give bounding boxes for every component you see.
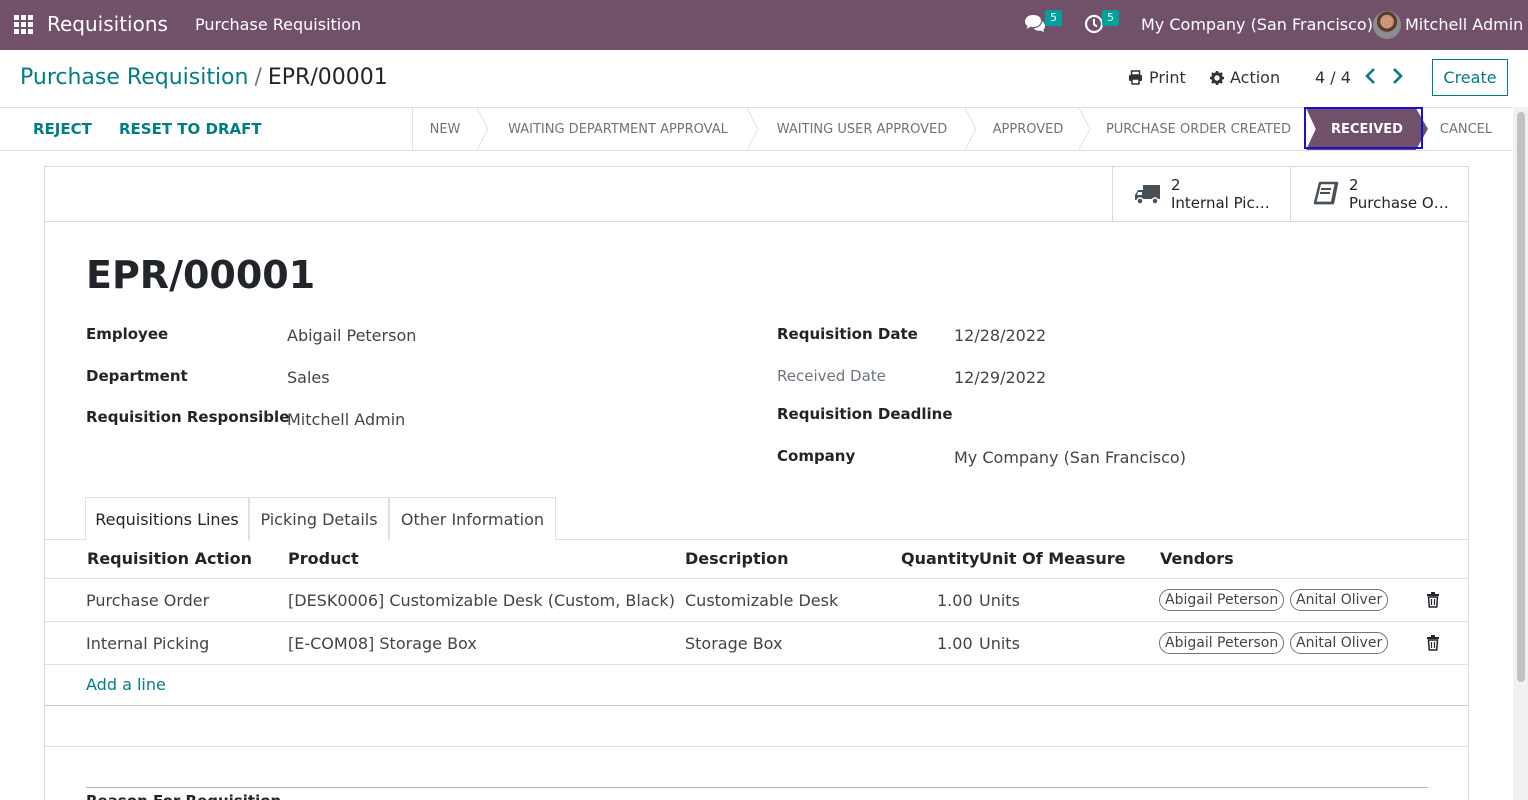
book-icon	[1313, 181, 1339, 205]
activities-badge: 5	[1102, 10, 1119, 26]
table-divider	[45, 621, 1468, 622]
column-description[interactable]: Description	[685, 549, 788, 568]
column-product[interactable]: Product	[288, 549, 359, 568]
employee-label: Employee	[86, 325, 169, 343]
internal-pickings-label: Internal Pic…	[1171, 194, 1270, 212]
vendor-tag[interactable]: Anital Oliver	[1290, 632, 1389, 654]
stage-chevron	[747, 108, 759, 150]
row-product[interactable]: [DESK0006] Customizable Desk (Custom, Bl…	[288, 591, 675, 610]
row-quantity[interactable]: 1.00	[937, 634, 973, 653]
action-button[interactable]: Action	[1210, 68, 1280, 87]
user-menu[interactable]: Mitchell Admin	[1405, 15, 1523, 34]
smart-button-box: 2 Internal Pic… 2 Purchase O…	[45, 167, 1468, 222]
tab-picking-details[interactable]: Picking Details	[249, 497, 389, 540]
responsible-label: Requisition Responsible	[86, 408, 290, 426]
pager-previous-icon[interactable]	[1361, 66, 1381, 86]
purchase-orders-count: 2	[1349, 176, 1359, 194]
breadcrumb-parent-link[interactable]: Purchase Requisition	[20, 65, 248, 90]
form-sheet: 2 Internal Pic… 2 Purchase O… EPR/00001 …	[44, 166, 1469, 800]
received-date-field[interactable]: 12/29/2022	[954, 368, 1046, 387]
received-date-label: Received Date	[777, 367, 886, 385]
table-bottom-border	[45, 705, 1468, 706]
scrollbar-thumb[interactable]	[1517, 112, 1525, 682]
stage-received[interactable]: RECEIVED	[1306, 108, 1428, 150]
chat-icon[interactable]	[1024, 14, 1046, 34]
stage-cancel[interactable]: CANCEL	[1428, 108, 1504, 150]
avatar[interactable]	[1373, 11, 1401, 39]
row-action[interactable]: Purchase Order	[86, 591, 209, 610]
menu-purchase-requisition[interactable]: Purchase Requisition	[195, 15, 361, 34]
record-title: EPR/00001	[86, 253, 316, 297]
column-vendors[interactable]: Vendors	[1160, 549, 1234, 568]
reset-to-draft-button[interactable]: RESET TO DRAFT	[119, 120, 262, 138]
pager-next-icon[interactable]	[1387, 66, 1407, 86]
print-label: Print	[1149, 68, 1186, 87]
company-switcher[interactable]: My Company (San Francisco)	[1141, 15, 1373, 34]
delete-row-trash-icon[interactable]	[1426, 592, 1440, 608]
row-action[interactable]: Internal Picking	[86, 634, 209, 653]
pager-value[interactable]: 4 / 4	[1315, 68, 1351, 87]
print-button[interactable]: Print	[1128, 68, 1186, 87]
reason-separator	[86, 787, 1428, 788]
add-line-link[interactable]: Add a line	[86, 675, 166, 694]
column-unit-of-measure[interactable]: Unit Of Measure	[979, 549, 1125, 568]
printer-icon	[1129, 70, 1142, 85]
stage-purchase-order-created[interactable]: PURCHASE ORDER CREATED	[1091, 108, 1306, 150]
internal-pickings-smart-button[interactable]: 2 Internal Pic…	[1112, 167, 1290, 221]
vendor-tag[interactable]: Abigail Peterson	[1159, 589, 1285, 611]
truck-icon	[1135, 185, 1160, 205]
purchase-orders-smart-button[interactable]: 2 Purchase O…	[1290, 167, 1468, 221]
activity-clock-icon[interactable]	[1084, 14, 1104, 34]
reason-for-requisition-label: Reason For Requisition	[86, 792, 281, 800]
purchase-orders-label: Purchase O…	[1349, 194, 1449, 212]
app-menu-grid-icon[interactable]	[14, 15, 33, 34]
employee-field[interactable]: Abigail Peterson	[287, 326, 416, 345]
row-uom[interactable]: Units	[979, 634, 1020, 653]
table-divider	[45, 664, 1468, 665]
top-navbar: Requisitions Purchase Requisition 5 5 My…	[0, 0, 1528, 50]
stage-chevron	[477, 108, 489, 150]
stage-approved[interactable]: APPROVED	[977, 108, 1079, 150]
stage-waiting-user-approved[interactable]: WAITING USER APPROVED	[759, 108, 965, 150]
messages-badge: 5	[1045, 10, 1062, 26]
column-quantity[interactable]: Quantity	[901, 549, 979, 568]
requisition-deadline-label: Requisition Deadline	[777, 405, 953, 423]
requisition-date-label: Requisition Date	[777, 325, 918, 343]
breadcrumb-current: EPR/00001	[267, 65, 388, 90]
stage-chevron	[1079, 108, 1091, 150]
row-description[interactable]: Storage Box	[685, 634, 782, 653]
vendor-tag[interactable]: Abigail Peterson	[1159, 632, 1285, 654]
create-button[interactable]: Create	[1432, 59, 1508, 96]
app-name[interactable]: Requisitions	[47, 12, 168, 36]
department-field[interactable]: Sales	[287, 368, 330, 387]
tab-other-information[interactable]: Other Information	[389, 497, 556, 540]
row-description[interactable]: Customizable Desk	[685, 591, 838, 610]
column-requisition-action[interactable]: Requisition Action	[87, 549, 252, 568]
table-divider	[45, 578, 1468, 579]
breadcrumb-separator: /	[254, 65, 262, 90]
row-uom[interactable]: Units	[979, 591, 1020, 610]
tab-requisitions-lines[interactable]: Requisitions Lines	[85, 497, 249, 541]
status-bar: REJECT RESET TO DRAFT NEW WAITING DEPART…	[0, 107, 1513, 151]
action-label: Action	[1230, 68, 1281, 87]
company-label: Company	[777, 447, 856, 465]
responsible-field[interactable]: Mitchell Admin	[287, 410, 405, 429]
notebook-tabs: Requisitions Lines Picking Details Other…	[45, 497, 1468, 541]
row-product[interactable]: [E-COM08] Storage Box	[288, 634, 477, 653]
stage-new[interactable]: NEW	[413, 108, 477, 150]
requisition-date-field[interactable]: 12/28/2022	[954, 326, 1046, 345]
reject-button[interactable]: REJECT	[33, 120, 92, 138]
delete-row-trash-icon[interactable]	[1426, 635, 1440, 651]
company-field[interactable]: My Company (San Francisco)	[954, 448, 1186, 467]
row-quantity[interactable]: 1.00	[937, 591, 973, 610]
vendor-tag[interactable]: Anital Oliver	[1290, 589, 1389, 611]
gear-icon	[1210, 70, 1224, 85]
stage-waiting-department-approval[interactable]: WAITING DEPARTMENT APPROVAL	[489, 108, 747, 150]
internal-pickings-count: 2	[1171, 176, 1181, 194]
breadcrumb: Purchase Requisition / EPR/00001	[20, 65, 388, 90]
department-label: Department	[86, 367, 188, 385]
stage-chevron	[965, 108, 977, 150]
section-divider	[45, 746, 1468, 747]
